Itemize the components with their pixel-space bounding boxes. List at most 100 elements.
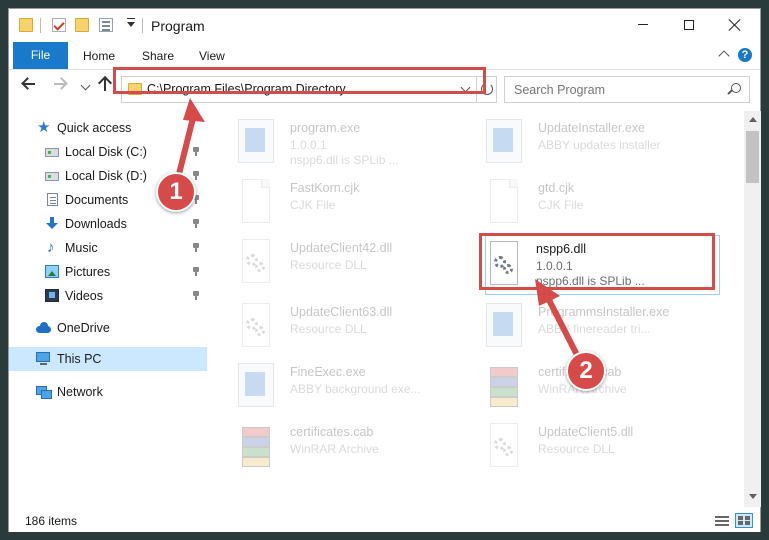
search-box[interactable]: Search Program xyxy=(504,76,750,103)
sidebar-item-onedrive[interactable]: OneDrive xyxy=(9,316,207,340)
minimize-button[interactable] xyxy=(620,9,666,40)
this-pc-icon xyxy=(36,352,50,365)
properties-check-icon[interactable] xyxy=(52,18,66,32)
network-icon xyxy=(36,385,52,399)
pin-icon[interactable] xyxy=(193,219,199,228)
app-icon xyxy=(486,119,522,163)
sidebar-item-downloads[interactable]: Downloads xyxy=(9,212,207,236)
file-item[interactable]: gtd.cjk CJK File xyxy=(462,175,707,235)
file-detail: nspp6.dll is SPLib ... xyxy=(536,274,645,288)
file-name: program.exe xyxy=(290,121,361,135)
file-item[interactable]: UpdateClient42.dll Resource DLL xyxy=(214,235,459,295)
scroll-up-icon[interactable] xyxy=(749,117,757,122)
search-icon[interactable] xyxy=(731,83,741,93)
sidebar-item-pictures[interactable]: Pictures xyxy=(9,260,207,284)
file-item[interactable]: certificates.cab WinRAR Archive xyxy=(214,419,459,479)
file-detail: ABBY background exe... xyxy=(290,382,421,396)
pictures-icon xyxy=(45,265,59,278)
file-item-selected[interactable]: nspp6.dll 1.0.0.1 nspp6.dll is SPLib ... xyxy=(485,235,720,295)
sidebar-item-videos[interactable]: Videos xyxy=(9,284,207,308)
file-name: gtd.cjk xyxy=(538,181,575,195)
dll-icon xyxy=(242,239,270,283)
file-name: nspp6.dll xyxy=(536,242,587,256)
file-item[interactable]: UpdateInstaller.exe ABBY updates install… xyxy=(462,115,707,175)
scroll-down-icon[interactable] xyxy=(749,494,757,499)
file-detail: CJK File xyxy=(538,198,584,212)
customize-quick-access-icon[interactable] xyxy=(127,18,135,27)
address-dropdown-icon[interactable] xyxy=(460,82,471,93)
file-item[interactable]: FineExec.exe ABBY background exe... xyxy=(214,359,459,419)
music-icon: ♪ xyxy=(47,239,55,256)
app-icon xyxy=(238,363,274,407)
help-icon[interactable]: ? xyxy=(738,48,752,62)
callout-marker-2: 2 xyxy=(566,351,606,391)
tab-share[interactable]: Share xyxy=(142,46,174,66)
file-detail: Resource DLL xyxy=(290,322,367,336)
file-detail: Resource DLL xyxy=(538,442,615,456)
winrar-icon xyxy=(486,363,522,407)
pin-icon[interactable] xyxy=(193,243,199,252)
refresh-icon[interactable] xyxy=(476,77,496,102)
file-name: UpdateClient42.dll xyxy=(290,241,393,255)
file-name: UpdateClient63.dll xyxy=(290,305,393,319)
explorer-window: Program File Home Share View ? C:\Progra… xyxy=(8,8,761,532)
file-item[interactable]: UpdateClient63.dll Resource DLL xyxy=(214,299,459,359)
file-detail: CJK File xyxy=(290,198,336,212)
sidebar-item-label: Downloads xyxy=(65,217,127,231)
callout-marker-1: 1 xyxy=(156,172,196,212)
vertical-scrollbar[interactable] xyxy=(744,111,761,507)
videos-icon xyxy=(45,289,59,302)
scroll-thumb[interactable] xyxy=(746,131,759,183)
close-icon xyxy=(728,18,742,32)
dll-icon xyxy=(242,303,270,347)
maximize-button[interactable] xyxy=(666,9,712,40)
address-path[interactable]: C:\Program Files\Program Directory xyxy=(147,82,346,96)
forward-arrow-icon[interactable] xyxy=(54,83,66,85)
expand-ribbon-icon[interactable] xyxy=(718,50,730,62)
file-item[interactable]: ProgrammsInstaller.exe ABBY finereader t… xyxy=(462,299,707,359)
large-icons-view-icon[interactable] xyxy=(735,513,753,528)
properties-icon[interactable] xyxy=(99,18,113,32)
file-detail: ABBY updates installer xyxy=(538,138,661,152)
close-button[interactable] xyxy=(712,9,758,40)
file-item[interactable]: program.exe 1.0.0.1 nspp6.dll is SPLib .… xyxy=(214,115,459,175)
tab-file[interactable]: File xyxy=(13,42,68,69)
downloads-icon xyxy=(45,217,59,230)
up-arrow-icon[interactable] xyxy=(104,78,106,91)
sidebar-item-music[interactable]: ♪ Music xyxy=(9,236,207,260)
search-input[interactable]: Search Program xyxy=(514,83,605,97)
address-bar[interactable]: C:\Program Files\Program Directory xyxy=(121,76,497,103)
file-detail: WinRAR Archive xyxy=(290,442,379,456)
new-folder-icon[interactable] xyxy=(75,18,89,32)
pin-icon[interactable] xyxy=(193,267,199,276)
file-item[interactable]: FastKorn.cjk CJK File xyxy=(214,175,459,235)
sidebar-item-label: Documents xyxy=(65,193,129,207)
back-arrow-icon[interactable] xyxy=(23,83,35,85)
pin-icon[interactable] xyxy=(193,171,199,180)
file-icon xyxy=(242,179,270,223)
file-detail: 1.0.0.1 xyxy=(290,138,327,152)
file-item[interactable]: UpdateClient5.dll Resource DLL xyxy=(462,419,707,479)
details-view-icon[interactable] xyxy=(715,515,729,527)
sidebar-item-label: Music xyxy=(65,241,98,255)
recent-locations-icon[interactable] xyxy=(80,80,91,91)
tab-home[interactable]: Home xyxy=(83,46,115,66)
file-detail: ABBY finereader tri... xyxy=(538,322,651,336)
sidebar-item-label: Local Disk (C:) xyxy=(65,145,147,159)
disk-icon xyxy=(45,148,59,157)
dll-icon xyxy=(490,423,518,467)
separator xyxy=(142,18,143,33)
sidebar-item-label: Network xyxy=(57,385,103,399)
separator xyxy=(40,18,41,33)
sidebar-item-network[interactable]: Network xyxy=(9,380,207,404)
sidebar-item-this-pc[interactable]: This PC xyxy=(9,347,207,371)
pin-icon[interactable] xyxy=(193,291,199,300)
tab-view[interactable]: View xyxy=(199,46,225,66)
sidebar-item-local-disk-c[interactable]: Local Disk (C:) xyxy=(9,140,207,164)
file-name: FineExec.exe xyxy=(290,365,366,379)
pin-icon[interactable] xyxy=(193,147,199,156)
title-bar: Program xyxy=(9,9,760,42)
item-count: 186 items xyxy=(25,514,78,528)
sidebar-item-quick-access[interactable]: ★ Quick access xyxy=(9,116,207,140)
sidebar-item-label: Pictures xyxy=(65,265,111,279)
